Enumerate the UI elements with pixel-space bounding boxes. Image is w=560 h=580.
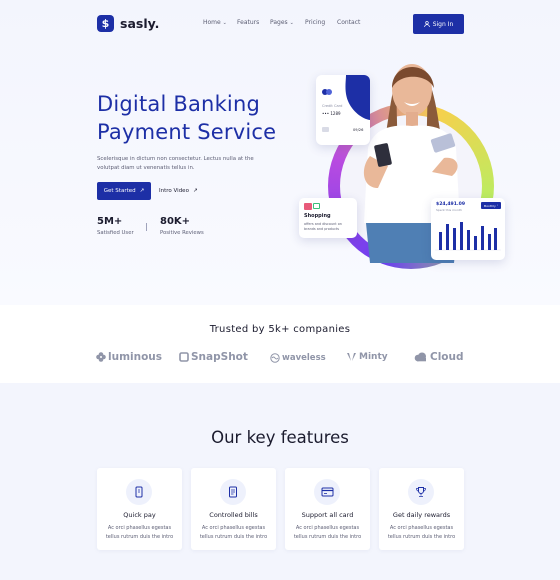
arrow-up-right-icon: ↗ xyxy=(139,188,145,194)
bill-icon xyxy=(229,486,237,498)
sign-in-button[interactable]: Sign In xyxy=(413,14,464,34)
brand-name-minty: Minty xyxy=(359,352,388,362)
nav-item-pages[interactable]: Pages ⌄ xyxy=(270,19,294,26)
brand-logo-minty: Minty xyxy=(346,352,388,362)
user-icon xyxy=(423,21,430,27)
intro-video-label: Intro Video xyxy=(159,188,189,194)
stat-users-label: Satisfied User xyxy=(97,230,134,236)
trusted-section xyxy=(0,305,560,383)
brand-name-cloud: Cloud xyxy=(430,351,464,363)
hero-title-line2: Payment Service xyxy=(97,120,277,144)
feature-title: Quick pay xyxy=(123,511,156,519)
tap-pay-icon xyxy=(135,486,143,498)
brand-logo-snapshot: SnapShot xyxy=(179,351,248,363)
square-icon xyxy=(179,352,189,362)
credit-card-label: Credit Card xyxy=(322,104,343,108)
nav-item-contact[interactable]: Contact xyxy=(337,19,360,26)
cart-icon xyxy=(313,203,320,209)
feature-card-support-all-card[interactable]: Support all card Ac orci phasellus egest… xyxy=(285,468,370,550)
credit-card-number: ••• 1289 xyxy=(322,111,341,116)
leaf-icon xyxy=(347,353,356,361)
period-label: Monthly xyxy=(483,203,496,208)
stat-divider xyxy=(146,223,147,231)
brand-logo-waveless: waveless xyxy=(270,353,326,363)
brand-name-snapshot: SnapShot xyxy=(191,351,248,363)
dollar-logo-icon: $ xyxy=(97,15,114,32)
hero-title-line1: Digital Banking xyxy=(97,92,261,116)
features-section xyxy=(0,383,560,580)
nav-item-home[interactable]: Home ⌄ xyxy=(203,19,227,26)
feature-icon-wrap xyxy=(126,479,152,505)
stat-users-value: 5M+ xyxy=(97,216,123,227)
feature-card-daily-rewards[interactable]: Get daily rewards Ac orci phasellus eges… xyxy=(379,468,464,550)
feature-title: Support all card xyxy=(301,511,354,519)
shopping-widget: Shopping offers and discount on brands a… xyxy=(299,198,357,238)
logo[interactable]: $ sasly. xyxy=(97,15,159,32)
flower-icon xyxy=(96,352,106,362)
arrow-up-right-icon: ↗ xyxy=(192,188,198,194)
feature-title: Get daily rewards xyxy=(392,511,451,519)
nav-item-features[interactable]: Featurs xyxy=(237,19,259,26)
get-started-label: Get Started xyxy=(103,188,136,194)
shopping-bags-icon xyxy=(304,203,312,210)
feature-text: Ac orci phasellus egestas tellus rutrum … xyxy=(105,525,174,540)
brand-name-waveless: waveless xyxy=(282,353,326,363)
feature-icon-wrap xyxy=(408,479,434,505)
cloud-icon xyxy=(414,352,426,362)
brand-logo-luminous: luminous xyxy=(96,351,162,363)
trophy-icon xyxy=(416,487,426,497)
stat-reviews-value: 80K+ xyxy=(160,216,191,227)
chevron-down-icon: ⌄ xyxy=(222,20,227,26)
credit-card-digits: 1289 xyxy=(330,111,341,116)
shopping-title: Shopping xyxy=(304,213,331,219)
sign-in-label: Sign In xyxy=(432,20,454,28)
feature-icon-wrap xyxy=(314,479,340,505)
feature-icon-wrap xyxy=(220,479,246,505)
card-art xyxy=(322,75,370,132)
nav-item-pricing[interactable]: Pricing xyxy=(305,19,325,26)
chevron-down-icon: ˅ xyxy=(496,203,499,208)
trusted-title: Trusted by 5k+ companies xyxy=(209,324,351,335)
feature-text: Ac orci phasellus egestas tellus rutrum … xyxy=(293,525,362,540)
credit-card-expiry: 09/26 xyxy=(353,128,364,132)
spent-caption: Spent this month xyxy=(436,208,462,212)
brand-logo-cloud: Cloud xyxy=(414,351,464,363)
spent-amount: $24,491.09 xyxy=(436,202,466,207)
spending-chart-widget: $24,491.09 Spent this month Monthly ˅ xyxy=(431,198,505,260)
feature-card-quick-pay[interactable]: Quick pay Ac orci phasellus egestas tell… xyxy=(97,468,182,550)
intro-video-button[interactable]: Intro Video ↗ xyxy=(159,182,198,200)
wave-icon xyxy=(270,353,280,363)
feature-text: Ac orci phasellus egestas tellus rutrum … xyxy=(387,525,456,540)
features-title: Our key features xyxy=(211,428,349,447)
period-select[interactable]: Monthly ˅ xyxy=(481,202,501,209)
feature-card-controlled-bills[interactable]: Controlled bills Ac orci phasellus egest… xyxy=(191,468,276,550)
card-icon xyxy=(321,487,333,497)
hero-title: Digital Banking Payment Service xyxy=(97,90,297,146)
feature-title: Controlled bills xyxy=(209,511,258,519)
brand-name: sasly. xyxy=(120,16,160,31)
spending-bars xyxy=(435,222,501,251)
get-started-button[interactable]: Get Started ↗ xyxy=(97,182,151,200)
hero-lead: Scelerisque in dictum non consectetur. L… xyxy=(97,156,254,171)
stat-reviews-label: Positive Reviews xyxy=(160,230,204,236)
brand-name-luminous: luminous xyxy=(108,351,163,363)
feature-text: Ac orci phasellus egestas tellus rutrum … xyxy=(199,525,268,540)
credit-card-widget: Credit Card ••• 1289 09/26 xyxy=(316,75,370,145)
shopping-text: offers and discount on brands and produc… xyxy=(304,222,342,231)
chevron-down-icon: ⌄ xyxy=(289,20,294,26)
